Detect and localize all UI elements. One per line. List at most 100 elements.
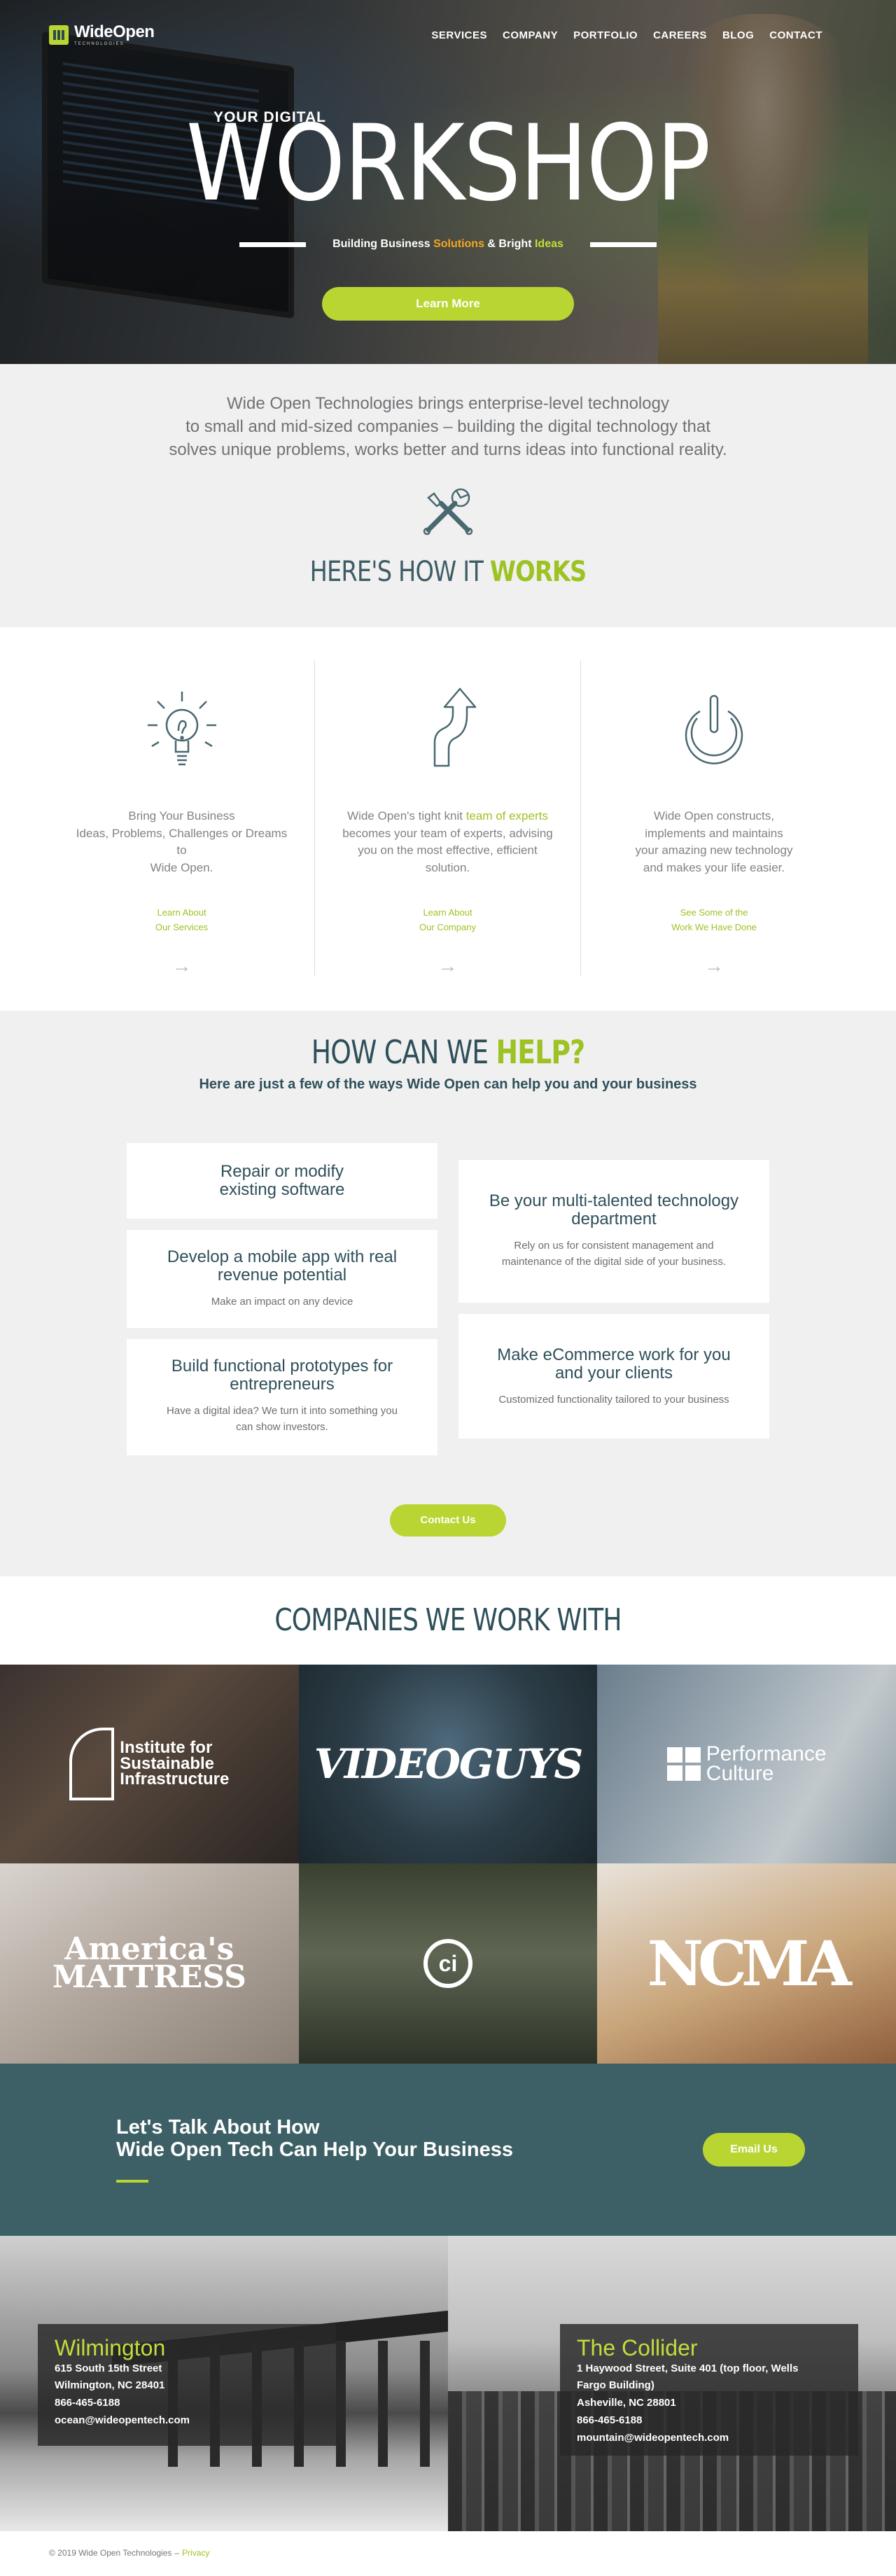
card-desc-line: Rely on us for consistent management and (514, 1239, 714, 1252)
card-desc: Customized functionality tailored to you… (498, 1393, 729, 1406)
nav-services[interactable]: SERVICES (431, 29, 487, 41)
card-title-line: department (571, 1210, 657, 1229)
office-phone[interactable]: 866-465-6188 (55, 2395, 319, 2412)
intro-text: Wide Open Technologies brings enterprise… (133, 392, 763, 461)
nav-blog[interactable]: BLOG (722, 29, 754, 41)
site-logo[interactable]: WideOpen TECHNOLOGIES (49, 22, 155, 46)
office-phone[interactable]: 866-465-6188 (577, 2412, 841, 2430)
nav-careers[interactable]: CAREERS (653, 29, 707, 41)
card-prototypes[interactable]: Build functional prototypes for entrepren… (127, 1339, 438, 1455)
card-desc: Rely on us for consistent management and… (479, 1238, 748, 1270)
how-it-works-heading: HERE'S HOW IT WORKS (71, 556, 824, 588)
client-tile-performance-culture[interactable]: Performance Culture (597, 1665, 896, 1863)
arrow-right-icon[interactable]: → (172, 955, 192, 977)
cta-text: Let's Talk About How Wide Open Tech Can H… (116, 2116, 513, 2183)
leaf-icon (69, 1728, 115, 1800)
card-title-line: and your clients (554, 1364, 673, 1383)
card-title-line: existing software (219, 1180, 345, 1200)
client-logo-grid: Institute for Sustainable Infrastructure V… (0, 1665, 896, 2064)
link-line: Our Company (419, 921, 476, 932)
intro-line: solves unique problems, works better and… (169, 440, 727, 460)
card-title-line: Make eCommerce work for you (497, 1345, 731, 1364)
link-line: Learn About (157, 907, 206, 918)
isi-line: Infrastructure (120, 1770, 230, 1789)
office-email[interactable]: mountain@wideopentech.com (577, 2430, 841, 2447)
nav-company[interactable]: COMPANY (503, 29, 558, 41)
card-title-line: Build functional prototypes for (171, 1357, 393, 1376)
works-text-part: Wide Open's tight knit (347, 809, 466, 822)
office-collider: The Collider 1 Haywood Street, Suite 401… (448, 2236, 896, 2531)
link-line: Our Services (155, 921, 209, 932)
office-info-wilmington: Wilmington 615 South 15th Street Wilming… (38, 2324, 336, 2446)
card-title-line: revenue potential (217, 1266, 347, 1285)
pc-line: Culture (706, 1762, 774, 1785)
works-line: and makes your life easier. (643, 860, 785, 874)
card-title: Repair or modify existing software (148, 1162, 416, 1200)
learn-company-link[interactable]: Learn About Our Company (340, 906, 555, 935)
nav-portfolio[interactable]: PORTFOLIO (573, 29, 638, 41)
logo-brand: WideOpen (74, 22, 155, 41)
client-tile-americas-mattress[interactable]: America's MATTRESS (0, 1863, 299, 2064)
nav-contact[interactable]: CONTACT (769, 29, 822, 41)
works-column-ideas: Bring Your Business Ideas, Problems, Cha… (49, 661, 315, 976)
card-desc: Have a digital idea? We turn it into som… (148, 1403, 416, 1436)
logo-mark-icon (49, 25, 69, 45)
team-of-experts-highlight: team of experts (465, 809, 548, 822)
learn-services-link[interactable]: Learn About Our Services (74, 906, 289, 935)
hero-section: WideOpen TECHNOLOGIES SERVICES COMPANY P… (0, 0, 896, 364)
heading-plain: HERE'S HOW IT (309, 556, 490, 589)
works-text-team: Wide Open's tight knit team of experts b… (340, 808, 555, 892)
office-city: The Collider (577, 2335, 698, 2360)
email-us-button[interactable]: Email Us (703, 2133, 805, 2166)
tagline-text: Building Business Solutions & Bright Ide… (332, 238, 564, 251)
card-desc-line: Have a digital idea? We turn it into som… (167, 1404, 398, 1417)
help-cards: Repair or modify existing software Develo… (0, 1143, 896, 1455)
tagline-ideas: Ideas (534, 238, 564, 250)
intro-line: Wide Open Technologies brings enterprise… (227, 394, 669, 413)
ncma-logo: NCMA (647, 1927, 852, 2000)
office-email[interactable]: ocean@wideopentech.com (55, 2412, 319, 2430)
intro-line: to small and mid-sized companies – build… (186, 417, 710, 437)
intro-section: Wide Open Technologies brings enterprise… (0, 364, 896, 627)
privacy-link[interactable]: Privacy (182, 2548, 209, 2558)
card-title-line: Repair or modify (220, 1162, 344, 1181)
cta-underline (116, 2179, 148, 2183)
arrow-right-icon[interactable]: → (704, 955, 724, 977)
isi-logo-text: Institute for Sustainable Infrastructure (120, 1739, 230, 1789)
card-desc: Make an impact on any device (211, 1295, 354, 1308)
turn-arrow-icon (340, 675, 555, 780)
hero-tagline: Building Business Solutions & Bright Ide… (0, 238, 896, 251)
site-footer: © 2019 Wide Open Technologies – Privacy (0, 2531, 896, 2575)
client-tile-videoguys[interactable]: VIDEOGUYS (298, 1665, 598, 1863)
cta-section: Let's Talk About How Wide Open Tech Can H… (0, 2064, 896, 2236)
logo-sub: TECHNOLOGIES (74, 42, 125, 46)
site-header: WideOpen TECHNOLOGIES SERVICES COMPANY P… (0, 0, 896, 70)
card-mobile-app[interactable]: Develop a mobile app with real revenue po… (127, 1230, 438, 1328)
office-address-line: 1 Haywood Street, Suite 401 (top floor, … (577, 2360, 841, 2395)
works-line: implements and maintains (645, 826, 783, 840)
card-title: Be your multi-talented technology departm… (479, 1191, 748, 1229)
card-repair-software[interactable]: Repair or modify existing software (127, 1143, 438, 1219)
learn-more-button[interactable]: Learn More (322, 287, 574, 321)
help-cards-left: Repair or modify existing software Develo… (127, 1143, 438, 1455)
card-tech-department[interactable]: Be your multi-talented technology departm… (458, 1160, 769, 1303)
card-title: Develop a mobile app with real revenue po… (148, 1247, 416, 1285)
card-title-line: Be your multi-talented technology (489, 1191, 739, 1210)
works-line: Ideas, Problems, Challenges or Dreams to (76, 826, 288, 858)
client-tile-ci[interactable]: ci (298, 1863, 598, 2064)
client-tile-ncma[interactable]: NCMA (597, 1863, 896, 2064)
offices-section: Wilmington 615 South 15th Street Wilming… (0, 2236, 896, 2531)
contact-us-button[interactable]: Contact Us (390, 1504, 506, 1536)
heading-plain: HOW CAN WE (311, 1033, 496, 1071)
performance-culture-logo: Performance Culture (666, 1743, 827, 1785)
card-desc-line: can show investors. (236, 1421, 328, 1434)
companies-heading: COMPANIES WE WORK WITH (274, 1602, 622, 1638)
card-ecommerce[interactable]: Make eCommerce work for you and your clie… (458, 1314, 769, 1438)
works-text-build: Wide Open constructs, implements and mai… (606, 808, 822, 892)
office-address-part: 1 Haywood Street, Suite 401 (top floor, … (577, 2362, 799, 2374)
see-work-link[interactable]: See Some of the Work We Have Done (606, 906, 822, 935)
client-tile-isi[interactable]: Institute for Sustainable Infrastructure (0, 1665, 299, 1863)
arrow-right-icon[interactable]: → (438, 955, 458, 977)
heading-highlight: WORKS (489, 556, 587, 589)
ci-logo: ci (423, 1939, 472, 1988)
